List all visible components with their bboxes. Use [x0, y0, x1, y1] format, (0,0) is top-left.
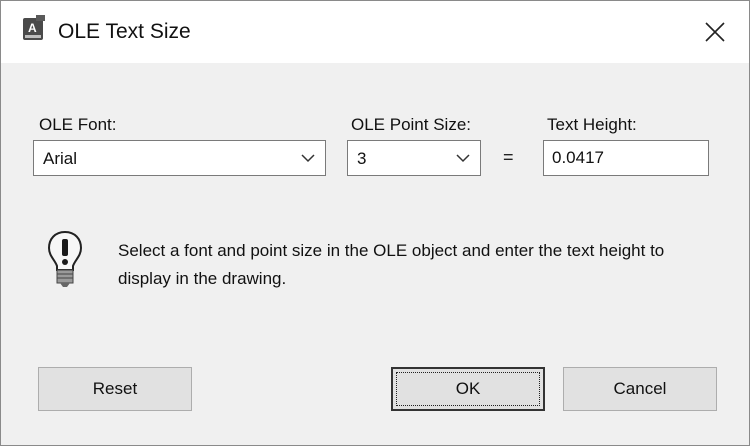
info-message: Select a font and point size in the OLE … — [118, 241, 665, 288]
ole-point-size-label: OLE Point Size: — [351, 115, 472, 134]
ole-text-size-dialog: A OLE Text Size OLE Font: Arial OLE Poin… — [0, 0, 750, 446]
lightbulb-icon — [47, 230, 83, 287]
cancel-button[interactable]: Cancel — [563, 367, 717, 411]
ole-font-label: OLE Font: — [39, 115, 117, 134]
text-height-label: Text Height: — [547, 115, 637, 134]
ole-point-size-value: 3 — [357, 149, 367, 168]
ole-font-select[interactable]: Arial — [33, 140, 326, 176]
autocad-dwg-icon: A — [23, 15, 45, 40]
ok-button[interactable]: OK — [391, 367, 545, 411]
title-bar: A OLE Text Size — [1, 1, 749, 63]
reset-button[interactable]: Reset — [38, 367, 192, 411]
ole-font-value: Arial — [43, 149, 78, 168]
focus-rectangle — [396, 372, 540, 406]
text-height-input[interactable] — [552, 148, 692, 168]
ole-point-size-select[interactable]: 3 — [347, 140, 481, 176]
close-button[interactable] — [691, 7, 739, 57]
close-icon — [705, 22, 725, 42]
chevron-down-icon — [301, 154, 315, 163]
equals-sign: = — [503, 147, 514, 167]
text-height-field[interactable] — [543, 140, 709, 176]
chevron-down-icon — [456, 154, 470, 163]
svg-text:A: A — [28, 21, 37, 35]
window-title: OLE Text Size — [58, 20, 191, 43]
